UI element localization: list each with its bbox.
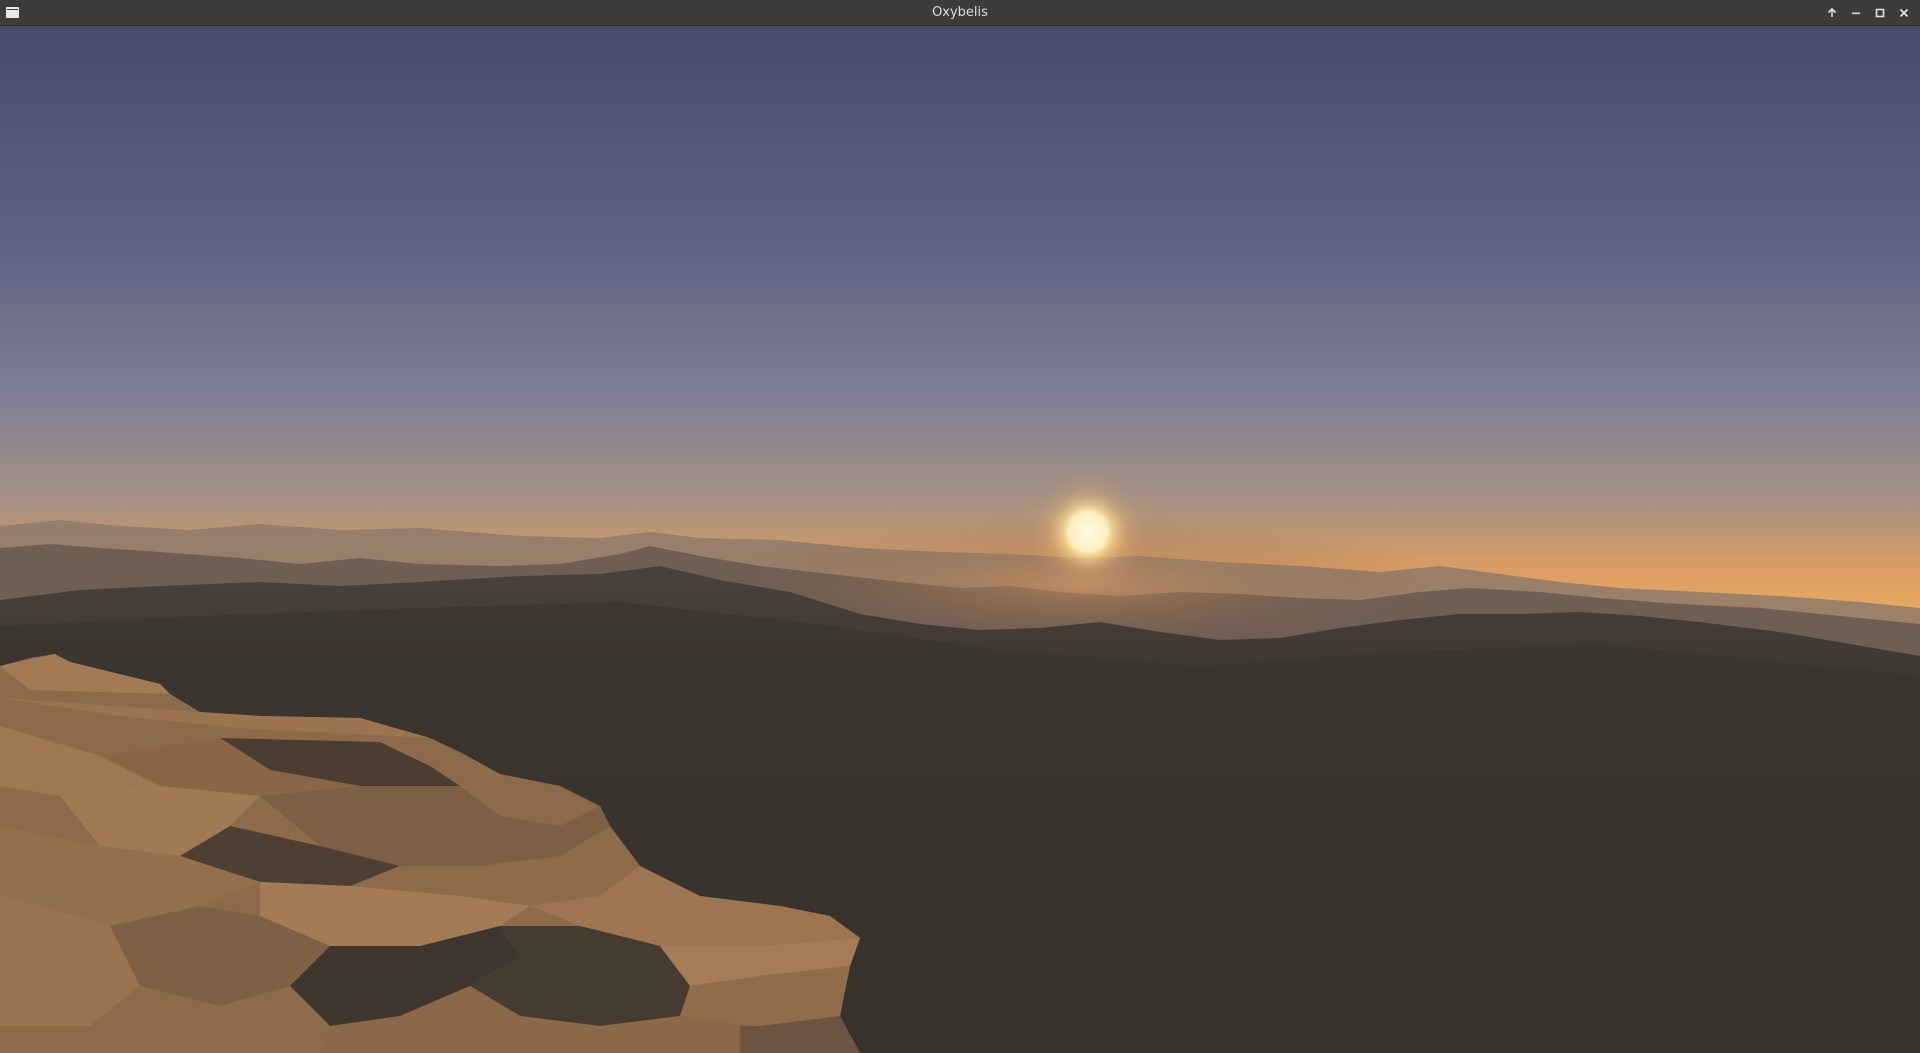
minimize-button[interactable] (1844, 1, 1868, 25)
maximize-icon (1875, 8, 1885, 18)
window-title: Oxybelis (932, 5, 988, 20)
window-controls (1820, 0, 1916, 26)
maximize-button[interactable] (1868, 1, 1892, 25)
app-window: Oxybelis (0, 0, 1920, 1053)
render-viewport[interactable] (0, 26, 1920, 1053)
arrow-up-icon (1827, 7, 1837, 17)
terrain-scene (0, 26, 1920, 1053)
title-bar[interactable]: Oxybelis (0, 0, 1920, 26)
sun (1024, 468, 1152, 596)
keep-above-button[interactable] (1820, 1, 1844, 25)
minimize-icon (1852, 12, 1860, 15)
close-icon (1899, 8, 1909, 18)
close-button[interactable] (1892, 1, 1916, 25)
